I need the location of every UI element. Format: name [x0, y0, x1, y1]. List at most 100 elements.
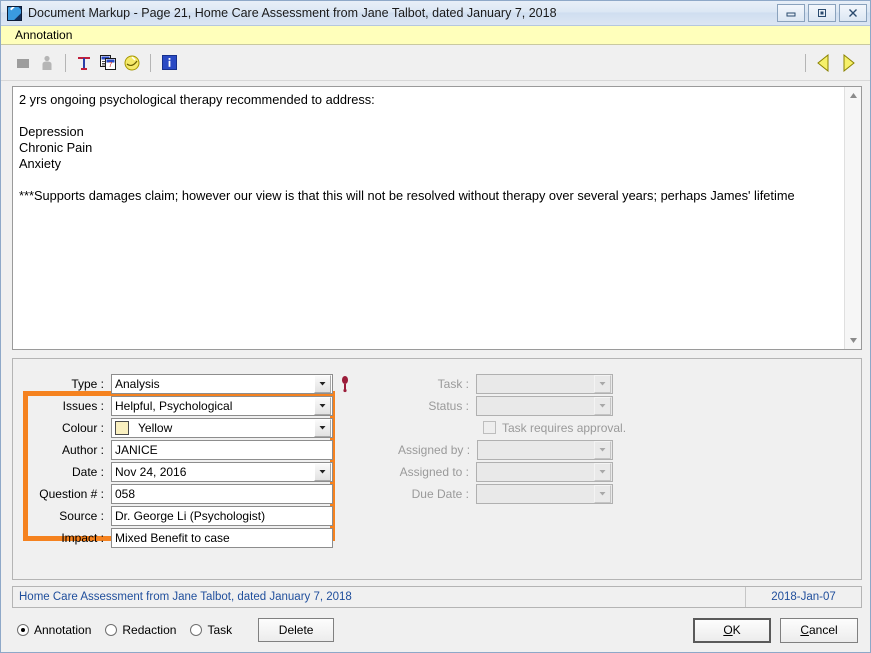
bottom-bar: Annotation Redaction Task Delete OK Canc…: [1, 608, 870, 652]
field-date: Date : Nov 24, 2016: [33, 461, 333, 482]
previous-annotation-icon[interactable]: [812, 51, 836, 75]
cancel-button[interactable]: Cancel: [780, 617, 858, 643]
date-combo[interactable]: Nov 24, 2016: [111, 461, 333, 482]
text-annotation-icon[interactable]: [72, 51, 96, 75]
status-bar: Home Care Assessment from Jane Talbot, d…: [12, 586, 862, 608]
field-label-due-date: Due Date :: [411, 486, 469, 501]
author-input[interactable]: JANICE: [111, 439, 333, 460]
delete-button[interactable]: Delete: [258, 618, 335, 642]
due-date-combo: [476, 483, 613, 504]
field-author: Author : JANICE: [33, 439, 333, 460]
impact-input[interactable]: Mixed Benefit to case: [111, 527, 333, 548]
date-value: Nov 24, 2016: [115, 464, 187, 479]
task-approval-row: Task requires approval.: [398, 417, 626, 438]
chevron-down-icon[interactable]: [314, 462, 331, 481]
task-combo: [476, 373, 613, 394]
task-requires-approval-checkbox: [483, 421, 496, 434]
field-label-issues: Issues :: [62, 398, 104, 413]
radio-task[interactable]: Task: [190, 623, 232, 637]
colour-combo[interactable]: Yellow: [111, 417, 333, 438]
radio-annotation-label: Annotation: [34, 623, 92, 637]
radio-redaction[interactable]: Redaction: [105, 623, 176, 637]
markup-type-radio-group: Annotation Redaction Task: [17, 623, 232, 637]
status-document-date: 2018-Jan-07: [771, 591, 836, 603]
annotation-fields-left: Type : Analysis Issues : Helpful, Psycho…: [33, 373, 333, 549]
colour-swatch: [115, 420, 129, 435]
status-document-name: Home Care Assessment from Jane Talbot, d…: [19, 591, 352, 603]
toolbar: 7: [1, 45, 870, 81]
minimize-button[interactable]: [777, 4, 805, 22]
scroll-up-icon[interactable]: [845, 87, 862, 104]
menu-bar: Annotation: [1, 26, 870, 45]
field-label-date: Date :: [71, 464, 104, 479]
assigned-to-combo: [476, 461, 613, 482]
chevron-down-icon[interactable]: [314, 418, 331, 437]
radio-task-label: Task: [207, 623, 233, 637]
stop-recording-icon: [11, 51, 35, 75]
chevron-down-icon: [594, 374, 611, 393]
radio-task-indicator[interactable]: [190, 624, 203, 636]
field-task: Task :: [398, 373, 613, 394]
impact-value: Mixed Benefit to case: [115, 530, 230, 545]
type-combo[interactable]: Analysis: [111, 373, 333, 394]
field-label-status: Status :: [428, 398, 469, 413]
field-label-task: Task :: [437, 376, 469, 391]
pin-marker-icon[interactable]: [339, 376, 351, 393]
radio-annotation-indicator[interactable]: [17, 624, 29, 636]
field-label-question-number: Question # :: [39, 486, 104, 501]
chevron-down-icon[interactable]: [314, 396, 331, 415]
source-input[interactable]: Dr. George Li (Psychologist): [111, 505, 333, 526]
close-button[interactable]: [839, 4, 867, 22]
annotation-text-area[interactable]: 2 yrs ongoing psychological therapy reco…: [12, 86, 862, 350]
author-value: JANICE: [115, 442, 158, 457]
chevron-down-icon[interactable]: [314, 374, 331, 393]
issues-combo[interactable]: Helpful, Psychological: [111, 395, 333, 416]
field-label-assigned-to: Assigned to :: [399, 464, 469, 479]
svg-text:7: 7: [109, 62, 113, 69]
editor-scrollbar[interactable]: [844, 87, 861, 349]
field-assigned-to: Assigned to :: [398, 461, 613, 482]
annotation-fields-right: Task : Status : Task requires approval. …: [398, 373, 626, 505]
source-value: Dr. George Li (Psychologist): [115, 508, 266, 523]
assigned-by-combo: [477, 439, 613, 460]
chevron-down-icon: [594, 396, 611, 415]
question-number-value: 058: [115, 486, 136, 501]
chevron-down-icon: [594, 462, 611, 481]
sticky-note-icon[interactable]: 7: [96, 51, 120, 75]
field-colour: Colour : Yellow: [33, 417, 333, 438]
radio-redaction-label: Redaction: [122, 623, 177, 637]
highlight-circle-icon[interactable]: [120, 51, 144, 75]
scrollbar-track[interactable]: [845, 104, 861, 332]
question-number-input[interactable]: 058: [111, 483, 333, 504]
markup-pen-icon: [7, 5, 22, 21]
scroll-down-icon[interactable]: [845, 332, 862, 349]
field-type: Type : Analysis: [33, 373, 333, 394]
field-assigned-by: Assigned by :: [398, 439, 613, 460]
status-combo: [476, 395, 613, 416]
field-label-impact: Impact :: [61, 530, 104, 545]
toolbar-separator-1: [65, 53, 66, 72]
field-due-date: Due Date :: [398, 483, 613, 504]
field-issues: Issues : Helpful, Psychological: [33, 395, 333, 416]
person-icon: [35, 51, 59, 75]
cancel-rest: ancel: [808, 623, 838, 637]
menu-item-annotation[interactable]: Annotation: [11, 27, 76, 43]
annotation-properties-panel: Type : Analysis Issues : Helpful, Psycho…: [12, 358, 862, 580]
ok-rest: K: [732, 623, 741, 637]
annotation-text[interactable]: 2 yrs ongoing psychological therapy reco…: [13, 87, 844, 349]
chevron-down-icon: [594, 484, 611, 503]
radio-redaction-indicator[interactable]: [105, 624, 118, 636]
issues-value: Helpful, Psychological: [115, 398, 233, 413]
task-requires-approval-label: Task requires approval.: [502, 420, 627, 435]
ok-button[interactable]: OK: [693, 617, 771, 643]
field-label-type: Type :: [71, 376, 104, 391]
restore-button[interactable]: [808, 4, 836, 22]
info-icon[interactable]: [157, 51, 181, 75]
next-annotation-icon[interactable]: [836, 51, 860, 75]
field-source: Source : Dr. George Li (Psychologist): [33, 505, 333, 526]
ok-accel: O: [723, 623, 733, 637]
radio-annotation[interactable]: Annotation: [17, 623, 91, 637]
field-impact: Impact : Mixed Benefit to case: [33, 527, 333, 548]
window-title: Document Markup - Page 21, Home Care Ass…: [28, 6, 557, 20]
field-question-number: Question # : 058: [33, 483, 333, 504]
